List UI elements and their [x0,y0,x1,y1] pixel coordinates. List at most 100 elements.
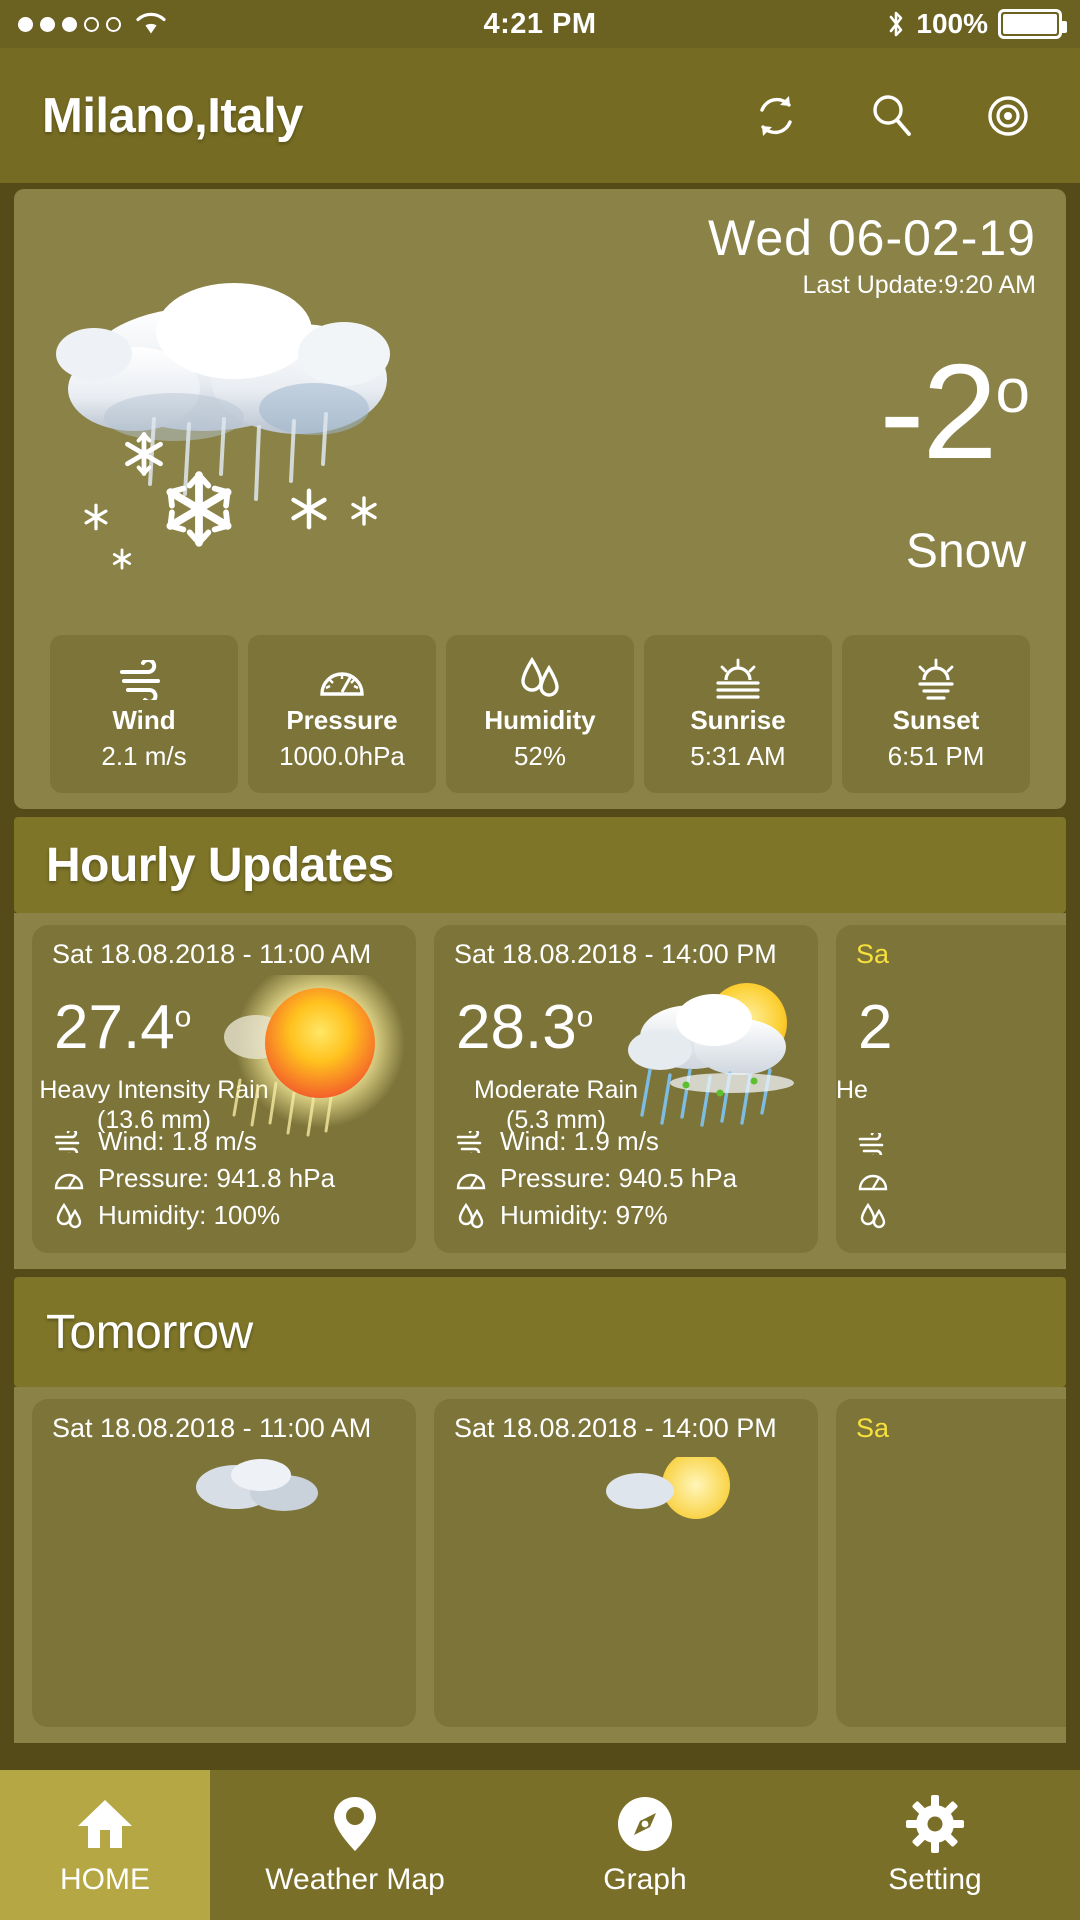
hourly-wind-row [858,1129,890,1159]
hourly-card-date: Sa [856,939,890,969]
tomorrow-card-date: Sa [856,1413,890,1443]
stat-pressure: Pressure 1000.0hPa [248,635,436,793]
current-temperature-value: -2 [879,336,997,487]
hourly-card[interactable]: Sat 18.08.2018 - 11:00 AM 27.4o Heavy In… [32,925,416,1253]
current-temperature: -2o [879,344,1031,479]
wind-icon [54,1127,86,1157]
hourly-wind-row: Wind: 1.8 m/s [54,1126,335,1157]
gauge-icon [456,1164,488,1194]
tomorrow-section-header: Tomorrow [14,1277,1066,1387]
hourly-cards-strip[interactable]: Sat 18.08.2018 - 11:00 AM 27.4o Heavy In… [14,913,1066,1269]
map-pin-icon [332,1793,378,1855]
stat-sunrise: Sunrise 5:31 AM [644,635,832,793]
tomorrow-cards-strip[interactable]: Sat 18.08.2018 - 11:00 AM Sat 18.08.2018… [14,1387,1066,1743]
current-weather-card: Wed 06-02-19 Last Update:9:20 AM -2o Sno… [14,189,1066,809]
gauge-icon [858,1165,890,1195]
hourly-card-details [858,1129,890,1237]
hourly-condition-text: He [836,1076,868,1104]
hourly-card-temperature: 28.3o [456,997,593,1059]
nav-item-weather-map[interactable]: Weather Map [210,1770,500,1920]
hourly-card-date: Sat 18.08.2018 - 11:00 AM [52,939,372,969]
tomorrow-card[interactable]: Sat 18.08.2018 - 14:00 PM [434,1399,818,1727]
hourly-section-header: Hourly Updates [14,817,1066,913]
stat-value: 5:31 AM [690,741,786,771]
nav-item-home[interactable]: HOME [0,1770,210,1920]
home-icon [74,1793,136,1855]
stat-value: 6:51 PM [887,741,985,771]
nav-label: Weather Map [265,1863,445,1896]
tomorrow-card[interactable]: Sat 18.08.2018 - 11:00 AM [32,1399,416,1727]
humidity-icon [516,656,564,700]
hourly-wind-row: Wind: 1.9 m/s [456,1126,737,1157]
stat-value: 1000.0hPa [279,741,405,771]
hourly-card-details: Wind: 1.8 m/s Pressure: 941.8 hPa Humidi… [54,1126,335,1237]
stat-label: Sunset [892,705,980,735]
hourly-wind-text: Wind: 1.9 m/s [500,1126,659,1156]
hourly-card-condition: He [836,1075,1066,1105]
stat-label: Sunrise [690,705,786,735]
hourly-humidity-row [858,1201,890,1231]
stat-label: Humidity [484,705,596,735]
tomorrow-card[interactable]: Sa [836,1399,1066,1727]
hourly-card[interactable]: Sa 2 He [836,925,1066,1253]
cloud-icon [166,1457,356,1627]
hourly-pressure-text: Pressure: 941.8 hPa [98,1163,336,1193]
current-stats-row: Wind 2.1 m/s Pressure 1000.0hPa Humidity… [14,635,1066,793]
hourly-humidity-row: Humidity: 100% [54,1200,335,1231]
stat-sunset: Sunset 6:51 PM [842,635,1030,793]
hourly-card-temperature: 27.4o [54,997,191,1059]
sunset-icon [910,656,962,700]
sun-rain-icon [220,975,410,1145]
hourly-pressure-row: Pressure: 941.8 hPa [54,1163,335,1194]
sunrise-icon [712,656,764,700]
stat-wind: Wind 2.1 m/s [50,635,238,793]
hourly-pressure-row [858,1165,890,1195]
tomorrow-card-date: Sat 18.08.2018 - 11:00 AM [52,1413,372,1443]
current-date: Wed 06-02-19 [708,210,1036,266]
tomorrow-card-date: Sat 18.08.2018 - 14:00 PM [454,1413,777,1443]
hourly-card-temperature: 2 [858,997,892,1059]
degree-symbol: o [576,1000,594,1034]
hourly-card[interactable]: Sat 18.08.2018 - 14:00 PM 28.3o Moderate… [434,925,818,1253]
nav-item-graph[interactable]: Graph [500,1770,790,1920]
gauge-icon [54,1164,86,1194]
humidity-icon [858,1201,890,1231]
hourly-wind-text: Wind: 1.8 m/s [98,1126,257,1156]
hourly-card-details: Wind: 1.9 m/s Pressure: 940.5 hPa Humidi… [456,1126,737,1237]
gauge-icon [318,656,366,700]
degree-symbol: o [174,1000,192,1034]
status-time: 4:21 PM [483,7,597,40]
humidity-icon [456,1201,488,1231]
battery-full-icon [998,9,1067,39]
nav-label: Setting [888,1863,982,1896]
nav-item-setting[interactable]: Setting [790,1770,1080,1920]
nav-label: HOME [60,1863,150,1896]
hourly-section-title: Hourly Updates [46,838,394,892]
stat-humidity: Humidity 52% [446,635,634,793]
humidity-icon [54,1201,86,1231]
cloud-sun-rain-icon [622,975,812,1145]
current-date-block: Wed 06-02-19 Last Update:9:20 AM [708,209,1036,300]
hourly-humidity-text: Humidity: 100% [98,1200,281,1230]
hourly-pressure-row: Pressure: 940.5 hPa [456,1163,737,1194]
hourly-temp-value: 2 [858,993,893,1062]
hourly-humidity-row: Humidity: 97% [456,1200,737,1231]
wind-icon [858,1129,890,1159]
search-icon[interactable] [862,86,922,146]
status-bar: 4:21 PM 100% [0,0,1080,48]
snow-cloud-icon [54,259,444,589]
gear-icon [906,1793,964,1855]
degree-symbol: o [995,357,1031,426]
app-header: Milano,Italy [0,48,1080,183]
last-update: Last Update:9:20 AM [802,271,1036,299]
hourly-temp-value: 28.3 [456,993,577,1062]
page-title: Milano,Italy [42,88,303,143]
stat-label: Pressure [286,705,398,735]
main-scroll-area[interactable]: Wed 06-02-19 Last Update:9:20 AM -2o Sno… [0,183,1080,1920]
refresh-icon[interactable] [746,86,806,146]
current-condition: Snow [905,525,1026,578]
compass-icon [616,1793,674,1855]
target-location-icon[interactable] [978,86,1038,146]
bottom-navigation: HOME Weather Map Graph Setting [0,1770,1080,1920]
hourly-temp-value: 27.4 [54,993,175,1062]
